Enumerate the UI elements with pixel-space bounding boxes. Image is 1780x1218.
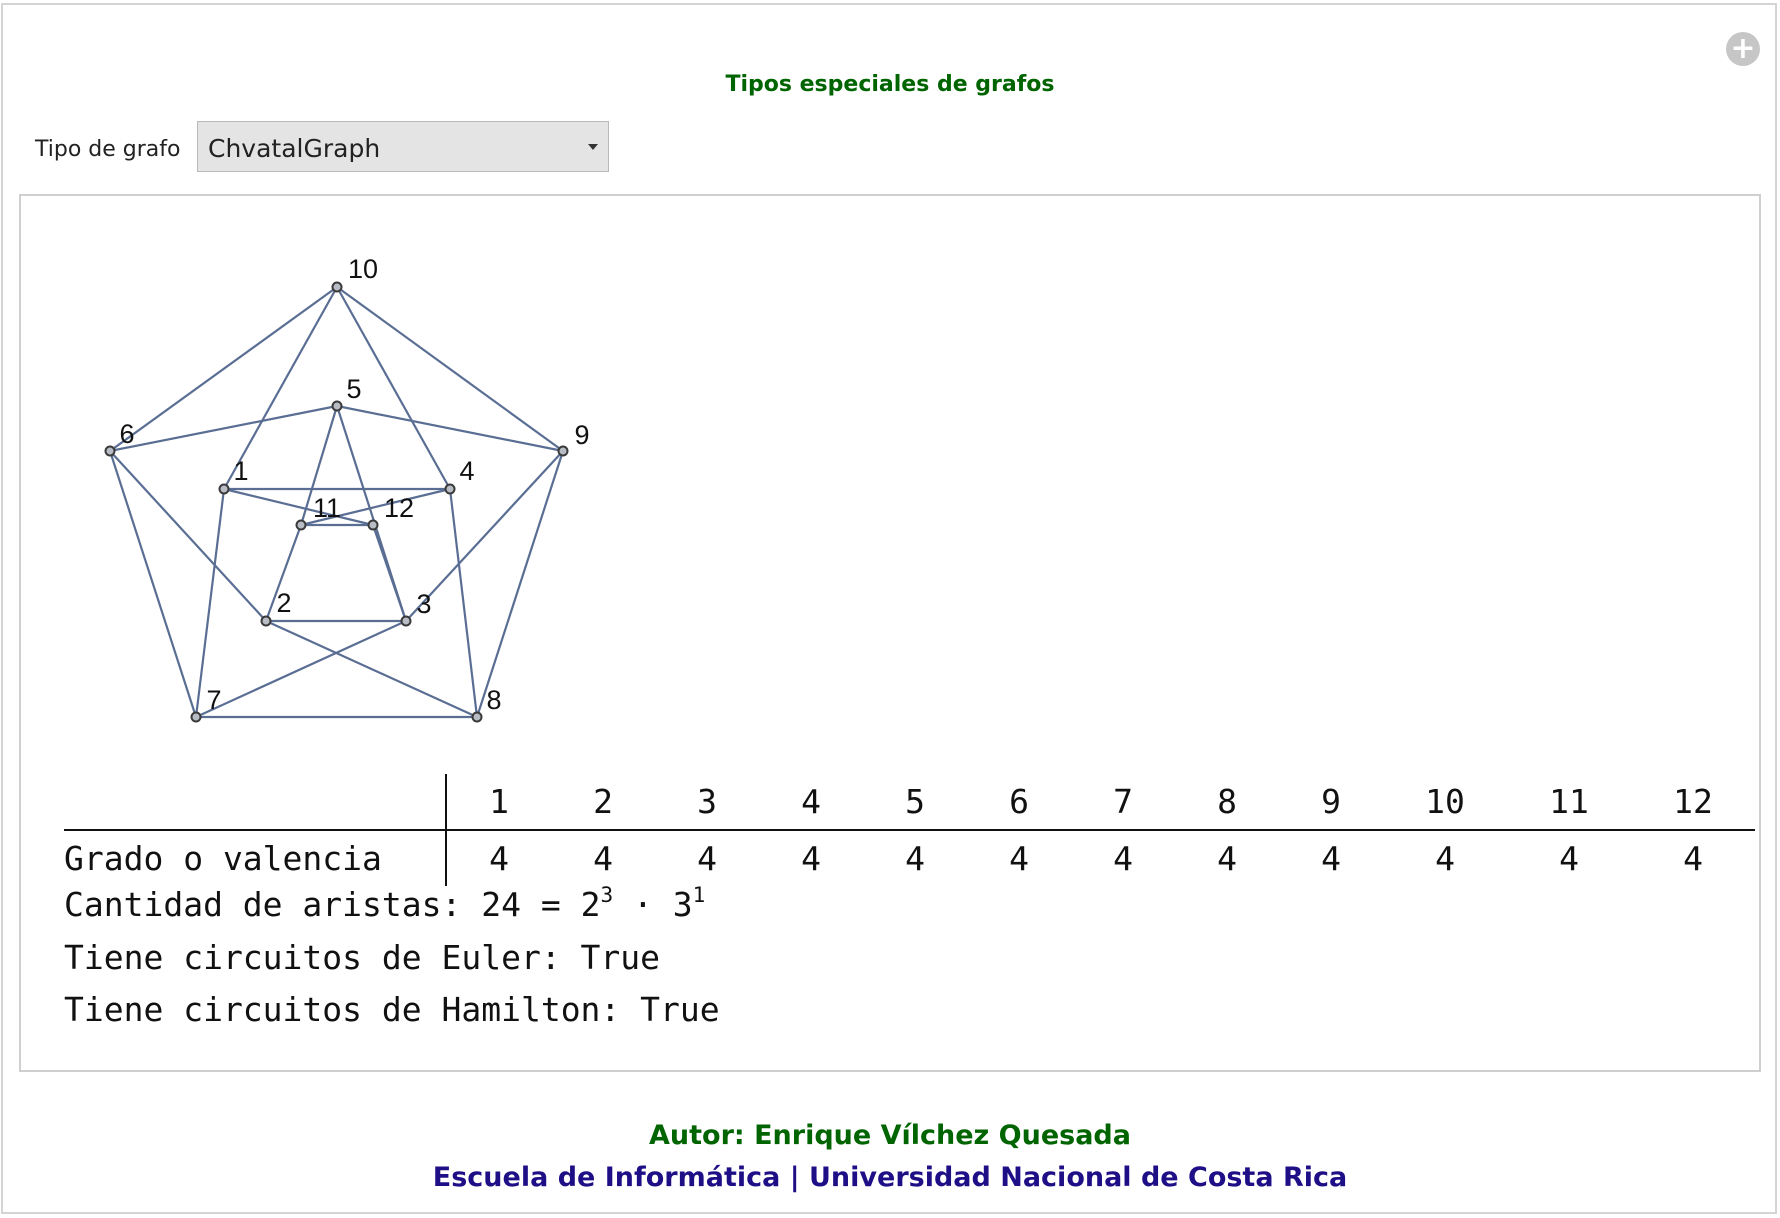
graph-vertex	[331, 400, 343, 412]
footer-school: Escuela de Informática | Universidad Nac…	[432, 1162, 1348, 1193]
degree-table: 1 2 3 4 5 6 7 8 9 10 11 12 Grado o valen…	[64, 774, 1755, 886]
factor-exponent: 1	[692, 883, 706, 907]
edge-count-label: Cantidad de aristas:	[64, 885, 482, 924]
factor-base: 2	[580, 885, 601, 924]
hamilton-result: Tiene circuitos de Hamilton: True	[64, 990, 720, 1029]
degree-header-cell: 8	[1175, 774, 1279, 831]
vertex-label: 2	[276, 588, 291, 618]
vertex-label: 6	[119, 419, 134, 449]
vertex-label: 8	[486, 685, 501, 715]
graph-vertex	[260, 615, 272, 627]
graph-vertex	[104, 445, 116, 457]
degree-header-cell: 11	[1507, 774, 1631, 831]
degree-cell: 4	[1321, 839, 1341, 878]
edge-count-line: Cantidad de aristas: 24 = 23 · 31	[64, 883, 706, 924]
edge-count-value: 24	[481, 885, 521, 924]
graph-vertex	[190, 711, 202, 723]
degree-cell: 4	[1217, 839, 1237, 878]
vertex-label: 10	[348, 254, 378, 284]
graph-edge	[265, 619, 478, 719]
degree-header-cell: 3	[655, 774, 759, 831]
graph-vertex	[218, 483, 230, 495]
degree-table-row: Grado o valencia 4 4 4 4 4 4 4 4 4 4 4 4	[64, 830, 1755, 886]
vertex-label: 4	[459, 456, 474, 486]
footer-author: Autor: Enrique Vílchez Quesada	[649, 1120, 1131, 1151]
equals-sign: =	[520, 885, 581, 924]
degree-header-cell: 4	[759, 774, 863, 831]
graph-plot: 12 34567 891011 12	[104, 254, 590, 723]
multiply-dot: ·	[613, 885, 673, 924]
degree-header-cell: 5	[863, 774, 967, 831]
degree-header-cell: 7	[1071, 774, 1175, 831]
degree-cell: 4	[593, 839, 613, 878]
graph-edge	[109, 286, 338, 452]
vertex-label: 7	[206, 685, 221, 715]
graph-edge	[109, 404, 338, 453]
graph-edge	[223, 487, 374, 527]
degree-cell: 4	[801, 839, 821, 878]
graph-edge	[194, 488, 226, 718]
vertex-label: 11	[313, 493, 341, 523]
graph-vertex	[471, 711, 483, 723]
vertex-label: 1	[233, 456, 248, 486]
degree-cell: 4	[1113, 839, 1133, 878]
degree-header-cell: 6	[967, 774, 1071, 831]
degree-cell: 4	[1435, 839, 1455, 878]
degree-cell: 4	[905, 839, 925, 878]
euler-result: Tiene circuitos de Euler: True	[64, 938, 661, 977]
graph-edge	[336, 404, 564, 453]
graph-edge	[448, 488, 479, 718]
degree-header-cell: 12	[1631, 774, 1755, 831]
degree-header-cell: 9	[1279, 774, 1383, 831]
degree-table-header-row: 1 2 3 4 5 6 7 8 9 10 11 12	[64, 774, 1755, 831]
degree-header-cell: 10	[1383, 774, 1507, 831]
graph-vertex	[557, 445, 569, 457]
graph-vertex	[367, 519, 379, 531]
vertex-label: 3	[416, 589, 431, 619]
graph-edge	[108, 450, 198, 718]
graph-vertex	[295, 519, 307, 531]
degree-row-label: Grado o valencia	[64, 830, 447, 886]
degree-cell: 4	[697, 839, 717, 878]
degree-cell: 4	[1009, 839, 1029, 878]
factor-base: 3	[672, 885, 693, 924]
vertex-label: 5	[346, 374, 361, 404]
degree-cell: 4	[1559, 839, 1579, 878]
vertex-label: 9	[574, 420, 589, 450]
graph-vertex	[400, 615, 412, 627]
vertex-label: 12	[384, 493, 414, 523]
degree-cell: 4	[1683, 839, 1703, 878]
graph-edge	[195, 619, 407, 719]
factor-exponent: 3	[600, 883, 614, 907]
degree-cell: 4	[489, 839, 509, 878]
graph-vertex	[331, 281, 343, 293]
degree-header-cell: 1	[446, 774, 551, 831]
graph-vertex	[444, 483, 456, 495]
degree-header-cell: 2	[551, 774, 655, 831]
graph-edge	[371, 524, 408, 622]
degree-table-header-label	[64, 774, 447, 831]
graph-edge	[475, 450, 565, 718]
graph-edge	[336, 286, 564, 452]
